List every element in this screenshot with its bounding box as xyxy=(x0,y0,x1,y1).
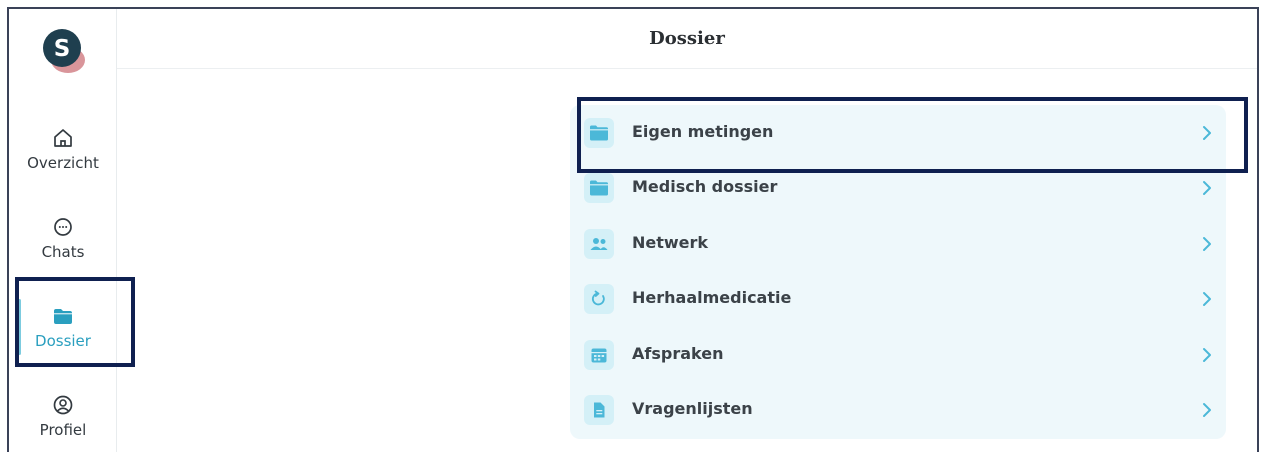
home-icon xyxy=(54,129,72,147)
list-item-vragenlijsten[interactable]: Vragenlijsten xyxy=(570,382,1226,438)
chevron-right-icon xyxy=(1203,181,1211,195)
sidebar-item-dossier[interactable]: Dossier xyxy=(9,289,117,365)
chevron-right-icon xyxy=(1203,292,1211,306)
folder-icon xyxy=(584,118,614,148)
sidebar-item-overzicht[interactable]: Overzicht xyxy=(9,111,117,187)
people-icon xyxy=(584,229,614,259)
page-header: Dossier xyxy=(117,9,1257,69)
folder-icon xyxy=(54,309,72,324)
folder-icon xyxy=(584,173,614,203)
sidebar-item-label: Dossier xyxy=(35,332,91,350)
sidebar-item-profiel[interactable]: Profiel xyxy=(9,378,117,452)
sidebar-item-chats[interactable]: Chats xyxy=(9,200,117,276)
list-item-afspraken[interactable]: Afspraken xyxy=(570,327,1226,383)
active-indicator xyxy=(18,299,21,355)
list-item-label: Medisch dossier xyxy=(632,177,778,196)
list-item-netwerk[interactable]: Netwerk xyxy=(570,216,1226,272)
chat-bubble-icon xyxy=(54,218,72,236)
chevron-right-icon xyxy=(1203,126,1211,140)
dossier-list: Eigen metingen Medisch dossier Netwerk H… xyxy=(570,105,1226,439)
sidebar-item-label: Profiel xyxy=(39,421,87,439)
list-item-label: Vragenlijsten xyxy=(632,399,753,418)
page-title: Dossier xyxy=(649,28,725,49)
list-item-label: Eigen metingen xyxy=(632,122,774,141)
sidebar: S Overzicht Chats Dossier Profiel xyxy=(9,9,117,452)
app-frame: S Overzicht Chats Dossier Profiel Dossie… xyxy=(7,7,1259,452)
sidebar-item-label: Chats xyxy=(41,243,85,261)
user-circle-icon xyxy=(53,395,73,415)
chevron-right-icon xyxy=(1203,348,1211,362)
sidebar-item-label: Overzicht xyxy=(27,154,99,172)
logo-letter: S xyxy=(54,36,71,62)
list-item-eigen-metingen[interactable]: Eigen metingen xyxy=(570,105,1226,161)
calendar-icon xyxy=(584,340,614,370)
list-item-herhaalmedicatie[interactable]: Herhaalmedicatie xyxy=(570,271,1226,327)
chevron-right-icon xyxy=(1203,403,1211,417)
list-item-label: Herhaalmedicatie xyxy=(632,288,792,307)
list-item-label: Netwerk xyxy=(632,233,709,252)
app-logo[interactable]: S xyxy=(42,27,86,77)
document-icon xyxy=(584,395,614,425)
refresh-icon xyxy=(584,284,614,314)
list-item-medisch-dossier[interactable]: Medisch dossier xyxy=(570,160,1226,216)
chevron-right-icon xyxy=(1203,237,1211,251)
list-item-label: Afspraken xyxy=(632,344,724,363)
